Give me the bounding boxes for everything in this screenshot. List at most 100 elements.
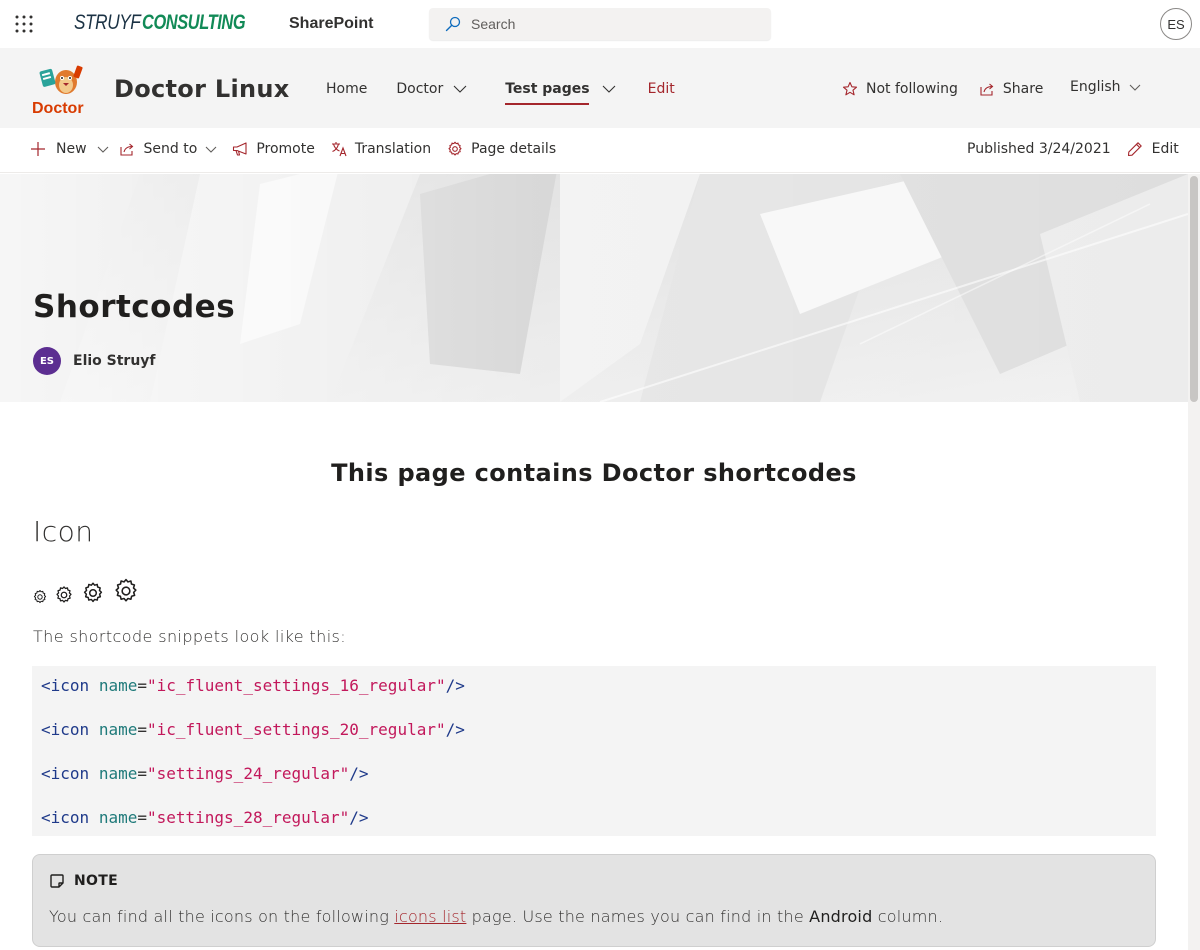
follow-button[interactable]: Not following — [842, 81, 958, 97]
gear-icon — [448, 141, 462, 156]
chevron-down-icon — [205, 146, 217, 153]
code-string: "ic_fluent_settings_20_regular" — [146, 720, 446, 739]
note-icon — [50, 874, 64, 888]
nav-test-pages[interactable]: Test pages — [505, 81, 615, 105]
send-to-button[interactable]: Send to — [119, 141, 218, 157]
nav-doctor[interactable]: Doctor — [396, 81, 467, 97]
send-to-label: Send to — [143, 141, 198, 157]
code-line: <icon name="ic_fluent_settings_20_regula… — [41, 720, 465, 739]
nav-home[interactable]: Home — [326, 81, 367, 97]
code-close: /> — [349, 764, 369, 783]
megaphone-icon — [233, 142, 247, 156]
account-avatar[interactable]: ES — [1160, 8, 1192, 40]
share-icon — [980, 83, 994, 96]
note-callout: NOTE You can find all the icons on the f… — [32, 854, 1156, 947]
suite-bar: STRUYF CONSULTING SharePoint ES — [0, 0, 1200, 48]
section-heading-icon: Icon — [33, 515, 94, 548]
note-label: NOTE — [74, 873, 118, 889]
nav-doctor-label: Doctor — [396, 81, 444, 97]
note-header: NOTE — [49, 873, 118, 889]
note-text: You can find all the icons on the follow… — [49, 907, 943, 926]
edit-page-button[interactable]: Edit — [1127, 141, 1179, 157]
code-eq: = — [137, 676, 147, 695]
note-text-middle: page. Use the names you can find in the — [466, 907, 810, 926]
code-string: "ic_fluent_settings_16_regular" — [146, 676, 446, 695]
translation-button[interactable]: Translation — [331, 141, 431, 157]
code-block: <icon name="ic_fluent_settings_16_regula… — [32, 666, 1156, 836]
doctor-logo-icon: Doctor — [32, 65, 84, 117]
settings-16-icon — [33, 590, 47, 604]
page-details-button[interactable]: Page details — [447, 141, 556, 157]
settings-24-icon — [83, 582, 103, 603]
code-attr: name — [98, 676, 138, 695]
brand-logo-part2: CONSULTING — [142, 11, 246, 34]
top-navigation: Home Doctor Test pages Edit — [326, 81, 675, 105]
note-bold-android: Android — [809, 907, 873, 926]
search-icon — [445, 16, 461, 32]
published-status: Published 3/24/2021 — [967, 141, 1111, 157]
scrollbar-thumb[interactable] — [1190, 176, 1198, 402]
share-icon — [119, 143, 133, 156]
edit-label: Edit — [1151, 141, 1179, 157]
promote-label: Promote — [256, 141, 315, 157]
search-input[interactable] — [471, 16, 751, 32]
nav-home-label: Home — [326, 81, 368, 97]
hero-banner: Shortcodes ES Elio Struyf — [0, 174, 1188, 402]
star-icon — [842, 81, 858, 96]
snippet-intro-text: The shortcode snippets look like this: — [33, 627, 347, 646]
nav-test-pages-label: Test pages — [505, 81, 590, 97]
command-bar: New Send to Promote Translation Page det… — [0, 128, 1200, 173]
code-eq: = — [137, 764, 147, 783]
nav-edit-link[interactable]: Edit — [648, 81, 675, 97]
app-launcher-icon[interactable] — [14, 14, 34, 34]
code-tag: <icon — [41, 676, 90, 695]
logo-text: Doctor — [32, 100, 84, 116]
hero-background-image — [0, 174, 1188, 402]
translation-label: Translation — [354, 141, 432, 157]
code-tag: <icon — [41, 764, 90, 783]
settings-20-icon — [56, 586, 72, 603]
new-button[interactable]: New — [30, 141, 109, 157]
content-heading: This page contains Doctor shortcodes — [331, 459, 857, 487]
icons-list-link[interactable]: icons list — [394, 907, 466, 926]
code-eq: = — [137, 720, 147, 739]
language-selector[interactable]: English — [1070, 79, 1141, 95]
code-attr: name — [98, 808, 138, 827]
code-line: <icon name="settings_24_regular"/> — [41, 764, 369, 783]
brand-logo[interactable]: STRUYF CONSULTING — [74, 11, 274, 35]
page-author[interactable]: ES Elio Struyf — [33, 347, 156, 375]
sharepoint-app-link[interactable]: SharePoint — [289, 15, 373, 33]
code-tag: <icon — [41, 808, 90, 827]
code-attr: name — [98, 764, 138, 783]
promote-button[interactable]: Promote — [232, 141, 315, 157]
follow-label: Not following — [866, 81, 958, 97]
chevron-down-icon — [1129, 84, 1140, 91]
page-details-label: Page details — [471, 141, 557, 157]
gear-icon-row — [32, 577, 140, 605]
site-title[interactable]: Doctor Linux — [114, 75, 290, 103]
language-label: English — [1070, 79, 1121, 95]
chevron-down-icon — [602, 85, 615, 93]
code-close: /> — [445, 720, 465, 739]
brand-logo-part1: STRUYF — [74, 11, 141, 34]
nav-edit-label: Edit — [647, 81, 675, 97]
translate-icon — [331, 142, 347, 157]
page-title: Shortcodes — [33, 289, 236, 325]
code-string: "settings_24_regular" — [146, 764, 350, 783]
code-eq: = — [137, 808, 147, 827]
code-tag: <icon — [41, 720, 90, 739]
code-close: /> — [445, 676, 465, 695]
author-name: Elio Struyf — [73, 353, 156, 369]
share-button[interactable]: Share — [979, 81, 1043, 97]
settings-28-icon — [115, 578, 137, 602]
code-close: /> — [349, 808, 369, 827]
search-box[interactable] — [429, 8, 771, 40]
chevron-down-icon — [97, 146, 108, 153]
add-icon — [31, 142, 45, 156]
new-label: New — [56, 141, 87, 157]
code-string: "settings_28_regular" — [146, 808, 350, 827]
author-avatar: ES — [33, 347, 61, 375]
site-logo[interactable]: Doctor — [30, 62, 94, 117]
code-attr: name — [98, 720, 138, 739]
share-label: Share — [1002, 81, 1044, 97]
